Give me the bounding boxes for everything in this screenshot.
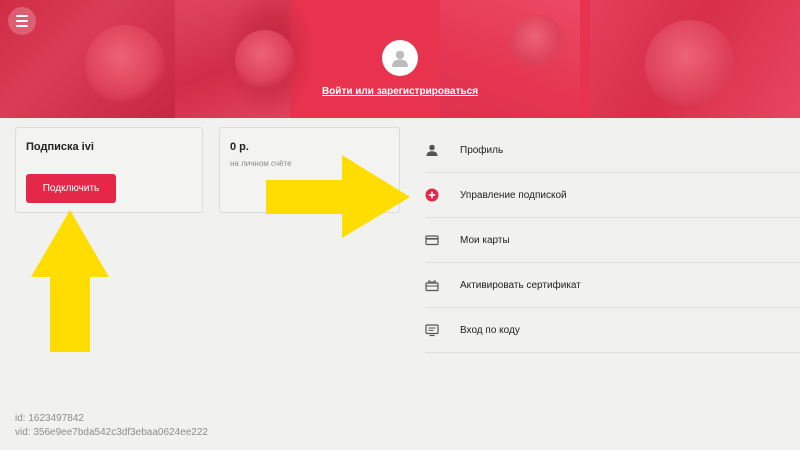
account-menu: Профиль Управление подпиской Мои карты А… <box>425 128 800 353</box>
hamburger-icon[interactable] <box>8 7 36 35</box>
balance-amount: 0 р. <box>230 141 249 153</box>
right-arrow-annotation <box>266 155 410 238</box>
menu-item-cards[interactable]: Мои карты <box>425 218 800 263</box>
vid: vid: 356e9ee7bda542c3df3ebaa0624ee222 <box>15 427 208 438</box>
up-arrow-annotation <box>31 210 109 352</box>
plus-circle-icon <box>425 188 439 202</box>
profile-icon <box>425 143 439 157</box>
hero-banner: Войти или зарегистрироваться <box>0 0 800 118</box>
menu-item-certificate[interactable]: Активировать сертификат <box>425 263 800 308</box>
subscription-title: Подписка ivi <box>26 141 94 153</box>
subscription-card: Подписка ivi Подключить <box>15 127 203 213</box>
connect-button[interactable]: Подключить <box>26 174 116 203</box>
menu-label: Профиль <box>460 144 504 156</box>
menu-label: Мои карты <box>460 234 510 246</box>
gift-icon <box>425 278 439 292</box>
tv-code-icon <box>425 323 439 337</box>
user-id: id: 1623497842 <box>15 413 84 424</box>
menu-item-subscription[interactable]: Управление подпиской <box>425 173 800 218</box>
menu-label: Управление подпиской <box>460 189 567 201</box>
menu-item-profile[interactable]: Профиль <box>425 128 800 173</box>
device-ids: id: 1623497842 vid: 356e9ee7bda542c3df3e… <box>15 412 208 440</box>
menu-label: Вход по коду <box>460 324 520 336</box>
menu-label: Активировать сертификат <box>460 279 581 291</box>
login-register-link[interactable]: Войти или зарегистрироваться <box>0 86 800 97</box>
card-icon <box>425 233 439 247</box>
menu-item-code-login[interactable]: Вход по коду <box>425 308 800 353</box>
user-avatar-icon[interactable] <box>382 40 418 76</box>
